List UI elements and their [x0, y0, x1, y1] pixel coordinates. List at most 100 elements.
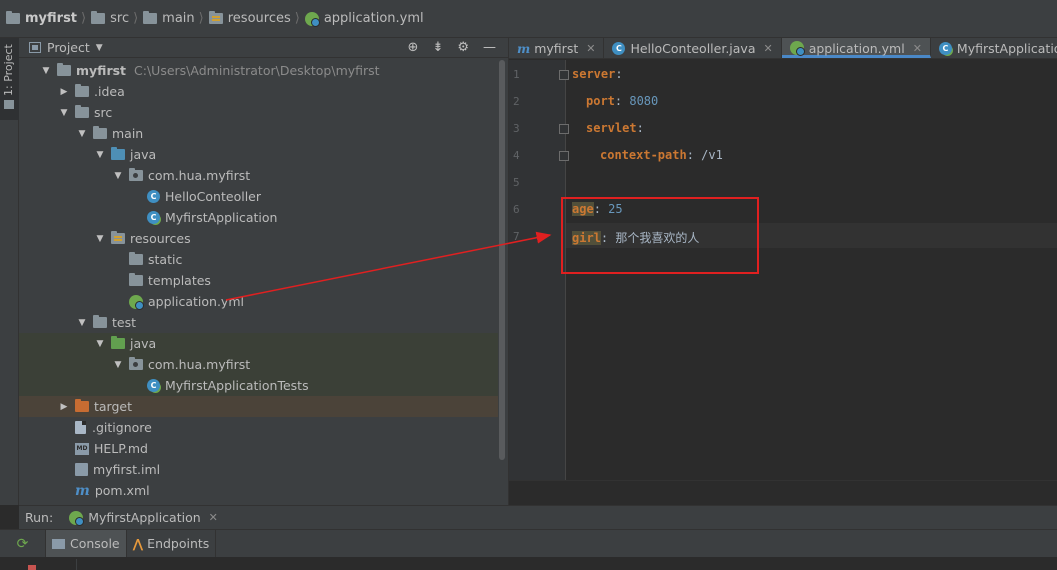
- folder-icon: [143, 11, 158, 24]
- gear-icon[interactable]: ⚙: [457, 40, 469, 55]
- tree-item-label: MyfirstApplication: [165, 210, 278, 225]
- close-icon[interactable]: ✕: [209, 511, 218, 524]
- minimize-icon[interactable]: —: [483, 40, 496, 55]
- yaml-key: context-path: [600, 148, 687, 162]
- breadcrumb-myfirst[interactable]: myfirst: [6, 0, 77, 38]
- tree-item[interactable]: templates: [19, 270, 498, 291]
- project-tree-scrollbar[interactable]: [498, 60, 506, 505]
- tree-item[interactable]: ▼ java: [19, 144, 498, 165]
- editor-horizontal-scrollbar[interactable]: [509, 480, 1057, 505]
- tab-console[interactable]: Console: [46, 529, 127, 558]
- tree-item-label: java: [130, 147, 157, 162]
- folder-icon: [4, 100, 14, 109]
- locate-icon[interactable]: ⊕: [408, 40, 419, 55]
- editor-tab[interactable]: application.yml ✕: [781, 38, 931, 58]
- breadcrumb-src[interactable]: src: [91, 0, 129, 38]
- expand-down-icon[interactable]: ▼: [111, 171, 125, 181]
- tree-item-label: java: [130, 336, 157, 351]
- close-icon[interactable]: ✕: [763, 42, 772, 55]
- close-icon[interactable]: ✕: [586, 42, 595, 55]
- tree-item[interactable]: ▼ myfirst C:\Users\Administrator\Desktop\m…: [19, 60, 498, 81]
- folder-icon: [75, 84, 89, 97]
- chevron-down-icon[interactable]: ▼: [96, 43, 103, 53]
- yaml-key: servlet: [586, 121, 637, 135]
- code-line: servlet:: [586, 121, 644, 135]
- tree-item[interactable]: static: [19, 249, 498, 270]
- stop-icon[interactable]: [28, 565, 36, 570]
- tree-item[interactable]: application.yml: [19, 291, 498, 312]
- folder-icon: [129, 273, 143, 286]
- tree-item-label: src: [94, 105, 113, 120]
- breadcrumb: myfirst ⟩ src ⟩ main ⟩ resources ⟩ appli…: [0, 0, 1057, 38]
- tree-item[interactable]: MD HELP.md: [19, 438, 498, 459]
- run-config-tab[interactable]: MyfirstApplication ✕: [69, 510, 218, 526]
- tree-item[interactable]: ▶ target: [19, 396, 498, 417]
- fold-marker-icon[interactable]: [559, 70, 569, 80]
- console-output-area: [0, 557, 1057, 570]
- rerun-icon[interactable]: ⟳: [0, 529, 46, 558]
- fold-marker-icon[interactable]: [559, 124, 569, 134]
- spring-class-icon: C: [147, 379, 160, 392]
- expand-down-icon[interactable]: ▼: [93, 339, 107, 349]
- source-folder-icon: [111, 147, 125, 160]
- tree-item[interactable]: ▼ main: [19, 123, 498, 144]
- tree-item-label: HelloConteoller: [165, 189, 261, 204]
- tree-item[interactable]: ▶ .idea: [19, 81, 498, 102]
- tree-item[interactable]: ▼ resources: [19, 228, 498, 249]
- tree-item[interactable]: ▼ com.hua.myfirst: [19, 354, 498, 375]
- breadcrumb-application-yml[interactable]: application.yml: [304, 0, 424, 38]
- tree-item[interactable]: .gitignore: [19, 417, 498, 438]
- line-number: 5: [513, 176, 520, 189]
- collapse-all-icon[interactable]: ⇟: [432, 40, 443, 55]
- line-number: 4: [513, 149, 520, 162]
- folder-icon: [57, 63, 71, 76]
- tree-item[interactable]: ▼ com.hua.myfirst: [19, 165, 498, 186]
- tree-item[interactable]: myfirst.iml: [19, 459, 498, 480]
- tab-endpoints[interactable]: ⋀ Endpoints: [127, 529, 217, 558]
- breadcrumb-resources[interactable]: resources: [208, 0, 291, 38]
- close-icon[interactable]: ✕: [913, 42, 922, 55]
- scrollbar-thumb[interactable]: [499, 60, 505, 460]
- tree-item-label: test: [112, 315, 137, 330]
- spring-boot-icon: [69, 510, 85, 526]
- run-tool-tabs: ⟳ Console ⋀ Endpoints: [0, 529, 1057, 558]
- expand-down-icon[interactable]: ▼: [93, 234, 107, 244]
- expand-down-icon[interactable]: ▼: [111, 360, 125, 370]
- tree-item-label: static: [148, 252, 183, 267]
- expand-down-icon[interactable]: ▼: [75, 129, 89, 139]
- expand-right-icon[interactable]: ▶: [57, 87, 71, 97]
- code-line: port: 8080: [586, 94, 658, 108]
- project-panel-header: Project ▼ ⊕ ⇟ ⚙ —: [19, 38, 508, 58]
- chevron-right-icon: ⟩: [133, 11, 139, 26]
- breadcrumb-main[interactable]: main: [143, 0, 195, 38]
- expand-down-icon[interactable]: ▼: [57, 108, 71, 118]
- expand-right-icon[interactable]: ▶: [57, 402, 71, 412]
- tree-item[interactable]: C MyfirstApplication: [19, 207, 498, 228]
- tree-item[interactable]: ▼ test: [19, 312, 498, 333]
- endpoints-icon: ⋀: [132, 536, 144, 551]
- console-icon: [52, 538, 65, 549]
- tree-item[interactable]: C MyfirstApplicationTests: [19, 375, 498, 396]
- editor-tab[interactable]: C HelloConteoller.java ✕: [604, 38, 782, 58]
- fold-marker-icon[interactable]: [559, 151, 569, 161]
- tree-item[interactable]: C HelloConteoller: [19, 186, 498, 207]
- tree-item-label: resources: [130, 231, 191, 246]
- tree-item-label: com.hua.myfirst: [148, 168, 251, 183]
- project-tool-tab[interactable]: 1: Project: [0, 38, 19, 120]
- chevron-right-icon: ⟩: [198, 11, 204, 26]
- line-number: 2: [513, 95, 520, 108]
- tree-item-label: pom.xml: [94, 483, 150, 498]
- yaml-key: port: [586, 94, 615, 108]
- editor-tab[interactable]: m myfirst ✕: [509, 38, 605, 58]
- editor-tab[interactable]: C MyfirstApplication.java: [931, 38, 1057, 58]
- expand-down-icon[interactable]: ▼: [75, 318, 89, 328]
- file-icon: [75, 421, 86, 434]
- module-folder-icon: [6, 11, 20, 24]
- tree-item[interactable]: m pom.xml: [19, 480, 498, 501]
- expand-down-icon[interactable]: ▼: [39, 66, 53, 76]
- folder-icon: [129, 252, 143, 265]
- project-view-selector[interactable]: Project: [47, 40, 90, 55]
- expand-down-icon[interactable]: ▼: [93, 150, 107, 160]
- tree-item[interactable]: ▼ java: [19, 333, 498, 354]
- tree-item[interactable]: ▼ src: [19, 102, 498, 123]
